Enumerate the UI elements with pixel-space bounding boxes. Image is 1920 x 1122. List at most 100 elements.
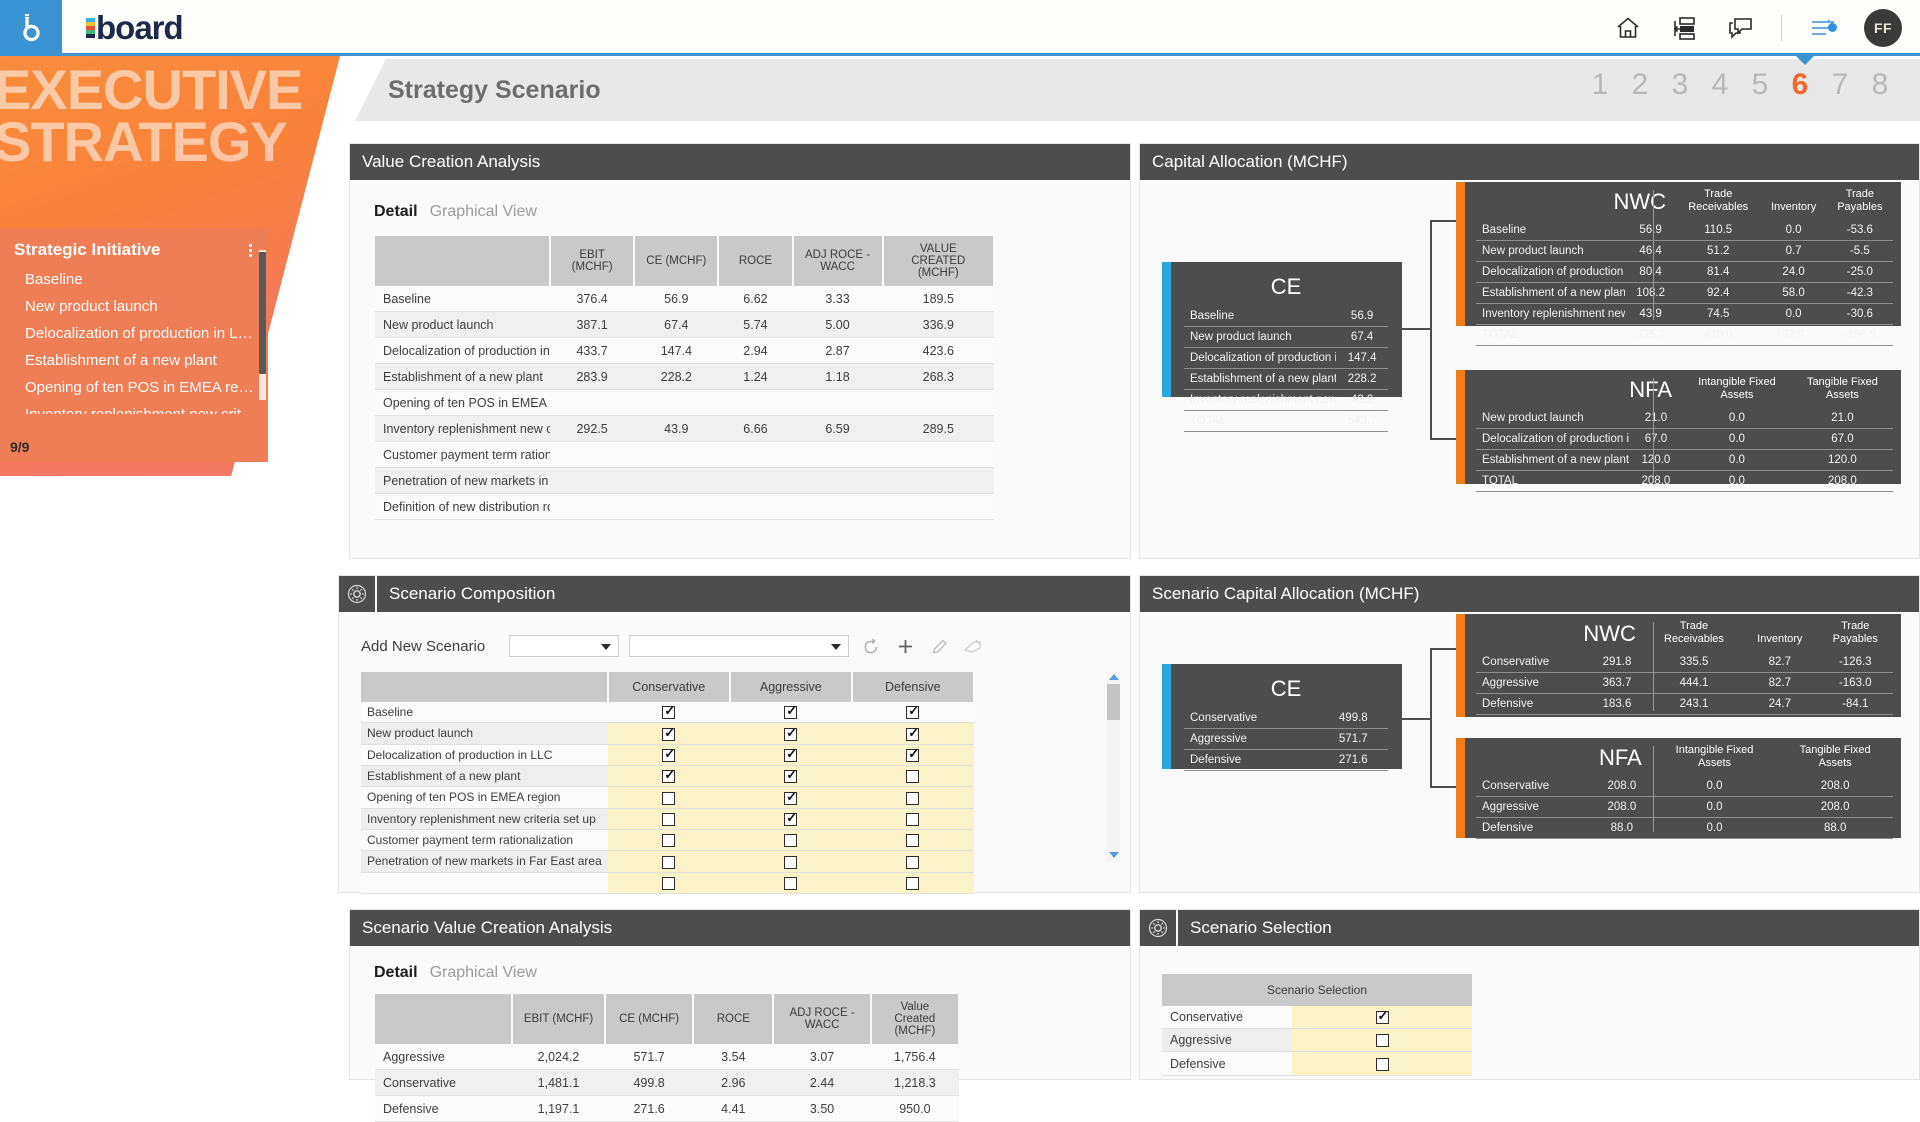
page-number-2[interactable]: 2 <box>1620 68 1660 102</box>
checkbox-cell-conservative[interactable] <box>607 722 730 745</box>
tab-graphical-view[interactable]: Graphical View <box>430 203 537 221</box>
checkbox-cell-conservative[interactable] <box>607 744 730 766</box>
checkbox-cell-defensive[interactable] <box>851 786 974 809</box>
checkbox[interactable] <box>662 812 676 826</box>
undo-icon[interactable] <box>859 634 883 658</box>
checkbox-cell-aggressive[interactable] <box>729 786 852 809</box>
checkbox-cell-aggressive[interactable] <box>729 702 852 724</box>
page-number-6[interactable]: 6 <box>1780 68 1820 102</box>
tab-detail[interactable]: Detail <box>374 203 418 221</box>
checkbox[interactable] <box>784 834 798 848</box>
checkbox-cell[interactable] <box>1292 1006 1472 1030</box>
settings-gear-icon[interactable] <box>339 576 377 612</box>
table-row[interactable]: Defensive 1,197.1 271.6 4.41 3.50 950.0 <box>375 1095 959 1122</box>
selector-scrollbar-thumb[interactable] <box>259 252 266 374</box>
selector-menu-icon[interactable] <box>249 242 252 259</box>
table-row[interactable]: Inventory replenishment new criteria set… <box>361 808 974 830</box>
checkbox-cell-defensive[interactable] <box>851 722 974 745</box>
scenario-type-dropdown[interactable] <box>509 635 620 657</box>
checkbox[interactable] <box>662 876 676 890</box>
checkbox[interactable] <box>784 767 798 784</box>
app-logo-mark[interactable] <box>0 0 62 56</box>
checkbox[interactable] <box>662 791 676 805</box>
checkbox[interactable] <box>906 812 920 826</box>
checkbox[interactable] <box>906 876 920 890</box>
checkbox[interactable] <box>784 855 798 869</box>
checkbox[interactable] <box>906 703 920 720</box>
page-number-1[interactable]: 1 <box>1580 68 1620 102</box>
checkbox-cell[interactable] <box>1292 1051 1472 1076</box>
checkbox[interactable] <box>906 770 920 784</box>
checkbox-cell-aggressive[interactable] <box>729 872 852 894</box>
checkbox-cell-defensive[interactable] <box>851 765 974 788</box>
checkbox-cell-aggressive[interactable] <box>729 850 852 873</box>
checkbox[interactable] <box>1375 1008 1389 1025</box>
table-row[interactable]: Customer payment term rationalization <box>361 829 974 852</box>
scenario-name-dropdown[interactable] <box>629 635 850 657</box>
checkbox[interactable] <box>906 834 920 848</box>
filter-icon[interactable] <box>1808 13 1838 43</box>
sidebar-item-2[interactable]: Delocalization of production in LLC <box>14 320 254 347</box>
sidebar-item-1[interactable]: New product launch <box>14 293 254 320</box>
checkbox[interactable] <box>906 746 920 762</box>
checkbox-cell-conservative[interactable] <box>607 850 730 873</box>
checkbox[interactable] <box>784 725 798 741</box>
table-row[interactable]: Delocalization of production in L 433.7 14… <box>375 337 994 364</box>
checkbox-cell-defensive[interactable] <box>851 872 974 894</box>
matrix-scrollbar-thumb[interactable] <box>1107 684 1120 720</box>
checkbox-cell-defensive[interactable] <box>851 808 974 830</box>
table-row[interactable]: Defensive <box>1162 1051 1472 1076</box>
checkbox[interactable] <box>906 725 920 741</box>
checkbox-cell-conservative[interactable] <box>607 872 730 894</box>
avatar[interactable]: FF <box>1864 9 1902 47</box>
table-row[interactable]: Conservative <box>1162 1006 1472 1030</box>
table-row[interactable]: Penetration of new markets in Far East a… <box>361 850 974 873</box>
checkbox-cell-conservative[interactable] <box>607 765 730 788</box>
tab-graphical-view[interactable]: Graphical View <box>430 964 537 982</box>
checkbox[interactable] <box>784 789 798 805</box>
comments-icon[interactable] <box>1725 13 1755 43</box>
checkbox[interactable] <box>1375 1057 1389 1071</box>
sidebar-item-0[interactable]: Baseline <box>14 266 254 293</box>
checkbox[interactable] <box>662 746 676 762</box>
checkbox[interactable] <box>784 810 798 826</box>
checkbox-cell-defensive[interactable] <box>851 829 974 852</box>
checkbox-cell-aggressive[interactable] <box>729 744 852 766</box>
checkbox-cell-conservative[interactable] <box>607 808 730 830</box>
eraser-icon[interactable] <box>961 634 985 658</box>
table-row[interactable]: Conservative 1,481.1 499.8 2.96 2.44 1,218.3 <box>375 1069 959 1096</box>
page-number-4[interactable]: 4 <box>1700 68 1740 102</box>
table-row[interactable]: Opening of ten POS in EMEA reg <box>375 389 994 416</box>
tab-detail[interactable]: Detail <box>374 964 418 982</box>
table-row[interactable]: Baseline <box>361 702 974 724</box>
checkbox[interactable] <box>662 855 676 869</box>
checkbox-cell-conservative[interactable] <box>607 702 730 724</box>
table-row[interactable]: Aggressive 2,024.2 571.7 3.54 3.07 1,756.4 <box>375 1044 959 1070</box>
checkbox[interactable] <box>662 834 676 848</box>
checkbox-cell-aggressive[interactable] <box>729 765 852 788</box>
page-number-7[interactable]: 7 <box>1820 68 1860 102</box>
checkbox-cell-defensive[interactable] <box>851 702 974 724</box>
checkbox-cell-defensive[interactable] <box>851 850 974 873</box>
checkbox[interactable] <box>784 746 798 762</box>
page-number-5[interactable]: 5 <box>1740 68 1780 102</box>
table-row[interactable]: New product launch 387.1 67.4 5.74 5.00 336.9 <box>375 311 994 338</box>
scroll-down-icon[interactable] <box>1109 852 1119 858</box>
scroll-up-icon[interactable] <box>1109 674 1119 680</box>
checkbox[interactable] <box>662 767 676 784</box>
table-row[interactable]: Penetration of new markets in Fa <box>375 467 994 494</box>
table-row[interactable]: New product launch <box>361 722 974 745</box>
checkbox[interactable] <box>906 855 920 869</box>
checkbox-cell-aggressive[interactable] <box>729 722 852 745</box>
sidebar-item-5[interactable]: Inventory replenishment new crit... <box>14 401 254 414</box>
page-number-3[interactable]: 3 <box>1660 68 1700 102</box>
checkbox-cell-aggressive[interactable] <box>729 829 852 852</box>
edit-icon[interactable] <box>927 634 951 658</box>
checkbox[interactable] <box>906 791 920 805</box>
checkbox[interactable] <box>662 703 676 720</box>
checkbox[interactable] <box>784 703 798 720</box>
table-row[interactable]: Inventory replenishment new cri 292.5 43.9… <box>375 415 994 442</box>
checkbox[interactable] <box>662 725 676 741</box>
table-row[interactable] <box>361 872 974 894</box>
sidebar-item-4[interactable]: Opening of ten POS in EMEA regi... <box>14 374 254 401</box>
